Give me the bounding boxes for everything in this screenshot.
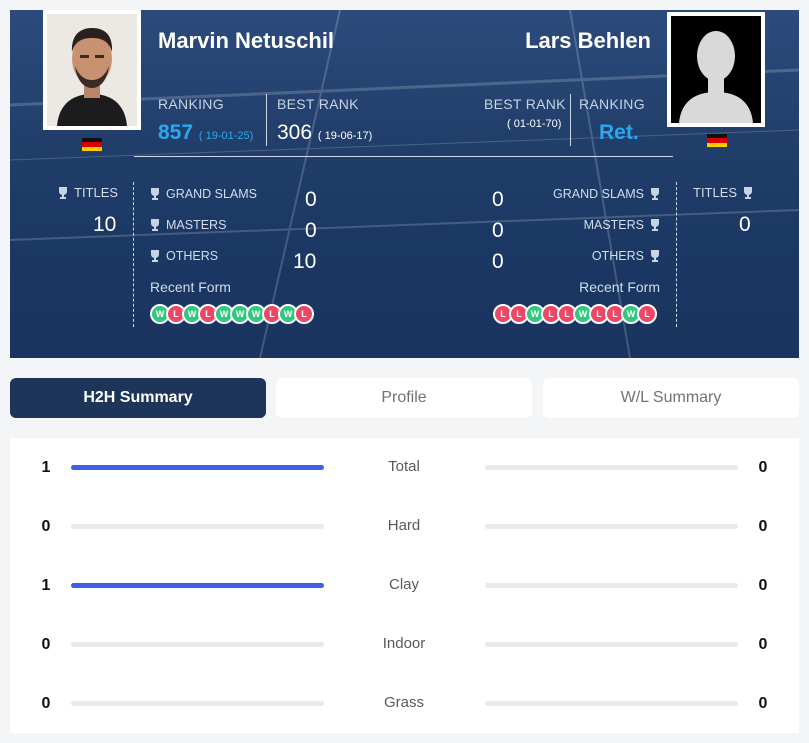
- p1-bar-fill: [71, 465, 324, 470]
- trophy-icon: [651, 219, 659, 231]
- player1-ranking-value: 857 ( 19-01-25): [158, 121, 253, 145]
- p2-bar: [485, 642, 738, 647]
- player2-masters-label: MASTERS: [584, 218, 660, 232]
- p1-bar: [71, 465, 324, 470]
- trophy-icon: [59, 186, 67, 199]
- player1-best-rank-date: ( 19-06-17): [317, 130, 373, 142]
- player1-grand-slams-label: GRAND SLAMS: [150, 187, 257, 201]
- h2h-row-clay: 1 Clay 0: [10, 571, 799, 601]
- h2h-row-total: 1 Total 0: [10, 453, 799, 483]
- p1-bar-fill: [71, 583, 324, 588]
- trophy-icon: [151, 219, 159, 231]
- player2-ranking-label: RANKING: [579, 96, 645, 112]
- trophy-icon: [651, 188, 659, 200]
- h2h-row-hard: 0 Hard 0: [10, 512, 799, 542]
- trophy-icon: [744, 186, 753, 199]
- player1-recent-form-label: Recent Form: [150, 279, 231, 295]
- p1-bar: [71, 642, 324, 647]
- player2-others-label: OTHERS: [592, 249, 660, 263]
- player1-photo[interactable]: [43, 10, 141, 130]
- tab-h2h-summary[interactable]: H2H Summary: [10, 378, 266, 418]
- divider: [266, 94, 267, 146]
- player2-grand-slams: 0: [492, 188, 504, 211]
- tab-bar: H2H Summary Profile W/L Summary: [10, 378, 799, 418]
- h2h-row-indoor: 0 Indoor 0: [10, 630, 799, 660]
- category-label: Total: [388, 458, 420, 475]
- p1-count: 0: [41, 518, 51, 535]
- p1-bar: [71, 524, 324, 529]
- player1-grand-slams: 0: [305, 188, 317, 211]
- p2-count: 0: [758, 577, 768, 594]
- player2-name[interactable]: Lars Behlen: [525, 28, 651, 54]
- player1-recent-form: WLWLWWWLWL: [150, 304, 314, 324]
- player2-others: 0: [492, 250, 504, 273]
- trophy-icon: [151, 250, 159, 262]
- trophy-icon: [651, 250, 659, 262]
- player1-masters: 0: [305, 219, 317, 242]
- tab-profile[interactable]: Profile: [276, 378, 532, 418]
- player2-best-rank-label: BEST RANK: [484, 96, 566, 112]
- player1-best-rank-label: BEST RANK: [277, 96, 359, 112]
- p2-count: 0: [758, 518, 768, 535]
- player-comparison-header: Marvin Netuschil Lars Behlen RANKING 857…: [10, 10, 799, 358]
- player2-ranking: Ret.: [599, 121, 639, 144]
- tab-wl-summary[interactable]: W/L Summary: [543, 378, 799, 418]
- player2-grand-slams-label: GRAND SLAMS: [553, 187, 660, 201]
- ranking-separator: [134, 156, 673, 157]
- divider: [676, 182, 677, 327]
- category-label: Clay: [388, 576, 419, 593]
- player1-others-label: OTHERS: [150, 249, 218, 263]
- p1-count: 1: [41, 577, 51, 594]
- h2h-summary-panel: 1 Total 0 0 Hard 0 1 Clay 0 0 Indoor 0 0…: [10, 438, 799, 733]
- p2-count: 0: [758, 695, 768, 712]
- player1-ranking: 857: [158, 121, 194, 144]
- player2-flag-germany: [707, 134, 727, 147]
- category-label: Indoor: [382, 635, 426, 652]
- trophy-icon: [151, 188, 159, 200]
- p2-bar: [485, 524, 738, 529]
- h2h-row-grass: 0 Grass 0: [10, 689, 799, 719]
- player1-titles-label: TITLES: [58, 185, 118, 200]
- player2-photo-placeholder[interactable]: [667, 12, 765, 127]
- player2-titles: 0: [739, 213, 751, 236]
- p2-count: 0: [758, 459, 768, 476]
- player2-masters: 0: [492, 219, 504, 242]
- player1-best-rank-value: 306 ( 19-06-17): [277, 121, 372, 145]
- player1-flag-germany: [82, 138, 102, 151]
- p1-count: 0: [41, 636, 51, 653]
- p2-count: 0: [758, 636, 768, 653]
- p1-bar: [71, 583, 324, 588]
- player1-titles: 10: [93, 213, 117, 236]
- player1-masters-label: MASTERS: [150, 218, 226, 232]
- player2-recent-form: LLWLLWLLWL: [493, 304, 657, 324]
- player2-best-rank-date: ( 01-01-70): [507, 118, 562, 130]
- player1-ranking-label: RANKING: [158, 96, 224, 112]
- category-label: Grass: [383, 694, 424, 711]
- p1-bar: [71, 701, 324, 706]
- form-loss-badge: L: [294, 304, 314, 324]
- divider: [133, 182, 134, 327]
- p1-count: 0: [41, 695, 51, 712]
- player2-recent-form-label: Recent Form: [579, 279, 660, 295]
- p1-count: 1: [41, 459, 51, 476]
- divider: [570, 94, 571, 146]
- player1-best-rank: 306: [277, 121, 313, 144]
- player1-ranking-date: ( 19-01-25): [198, 130, 254, 142]
- p2-bar: [485, 583, 738, 588]
- category-label: Hard: [387, 517, 421, 534]
- player1-others: 10: [293, 250, 317, 273]
- p2-bar: [485, 465, 738, 470]
- player2-titles-label: TITLES: [693, 185, 753, 200]
- form-loss-badge: L: [637, 304, 657, 324]
- player1-name[interactable]: Marvin Netuschil: [158, 28, 334, 54]
- p2-bar: [485, 701, 738, 706]
